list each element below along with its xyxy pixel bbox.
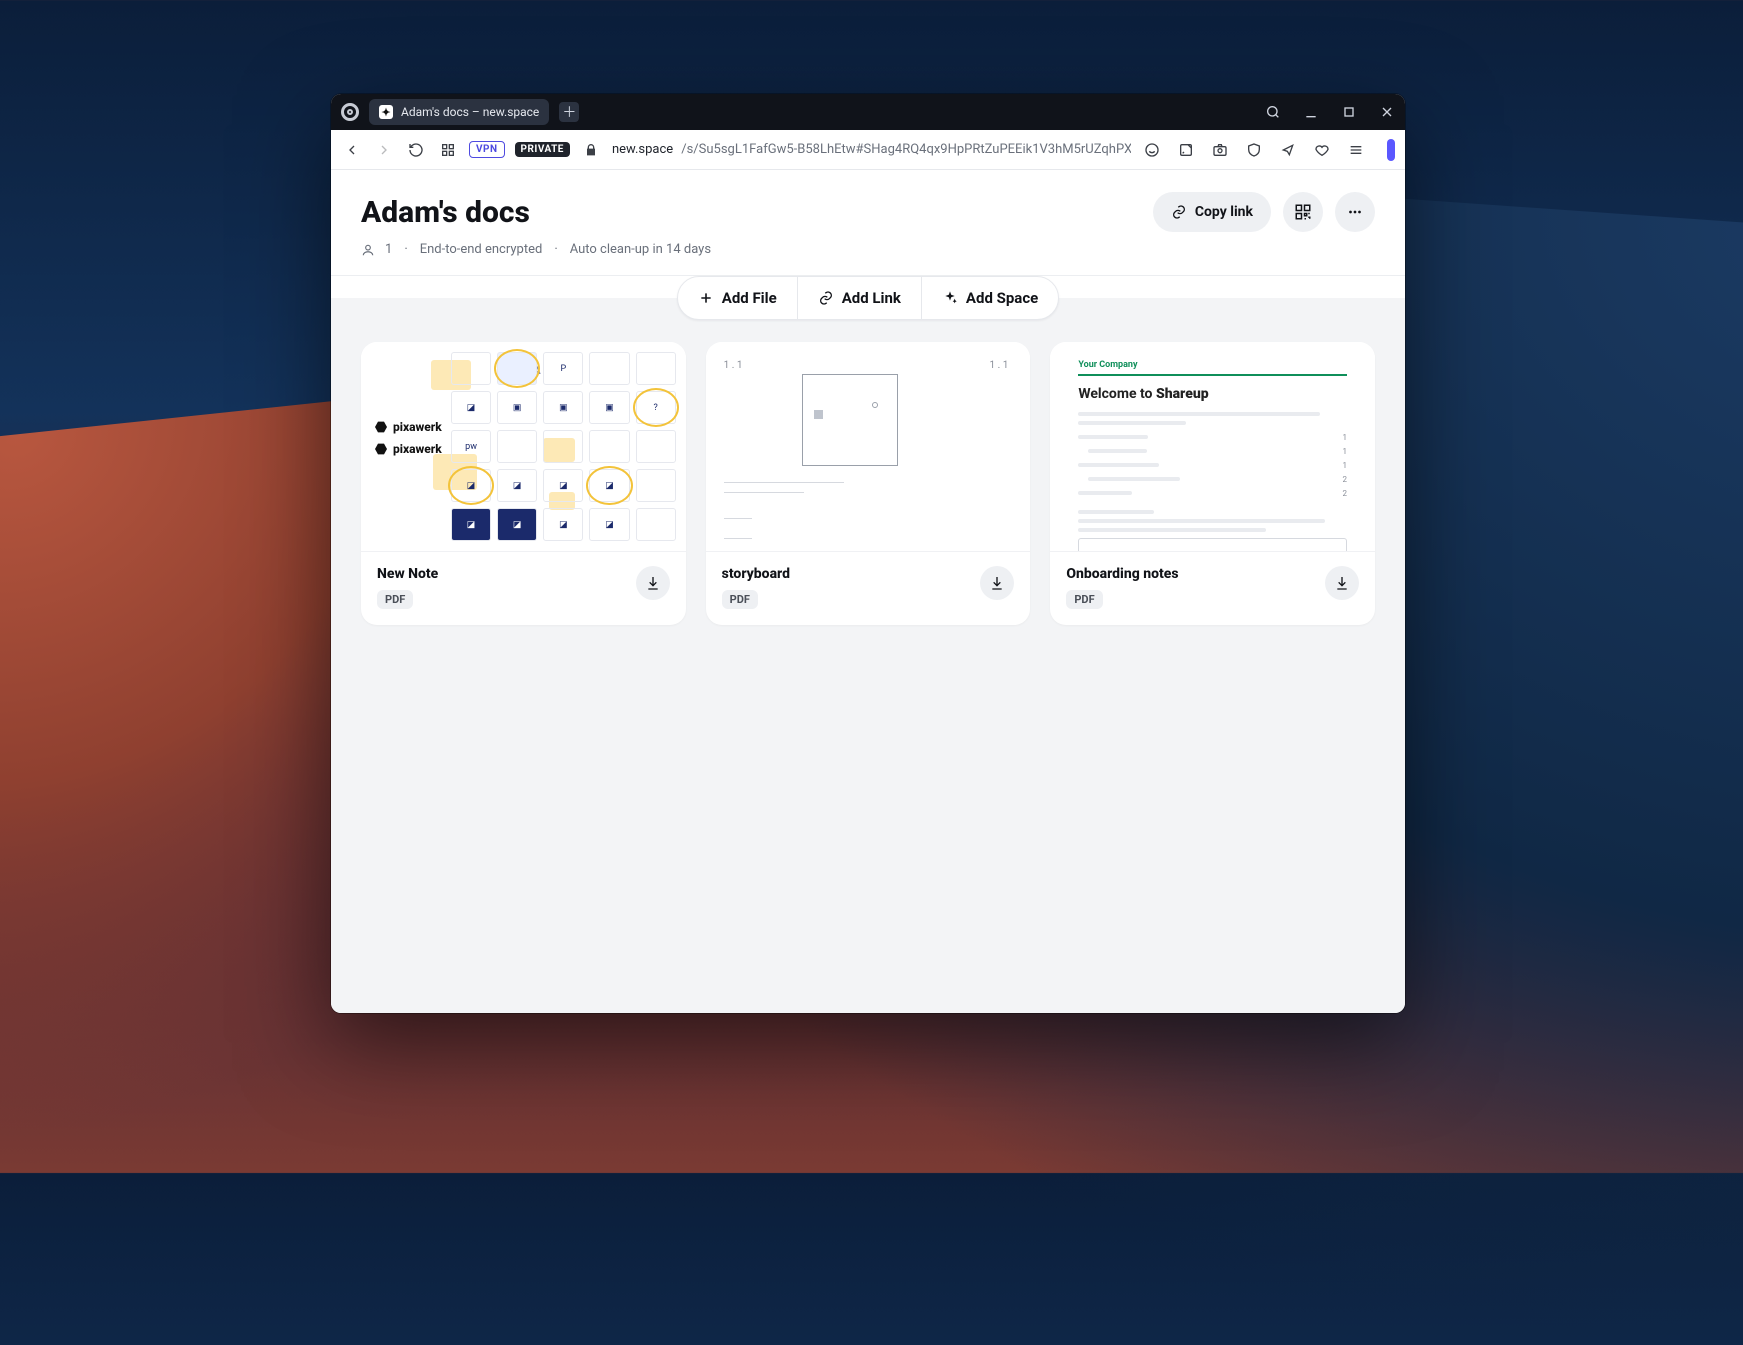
download-icon — [1334, 575, 1350, 591]
page-title: Adam's docs — [361, 195, 530, 230]
tab-favicon-icon: ✦ — [379, 105, 393, 119]
sb-page-left: 1 . 1 — [724, 360, 743, 371]
shield-icon[interactable] — [1243, 139, 1265, 161]
file-thumbnail: PIXA pixawerk pixawerk P ◪▣▣▣? pw ◪◪◪◪ ◪… — [361, 342, 686, 552]
people-count: 1 — [385, 242, 392, 257]
tab-title: Adam's docs – new.space — [401, 105, 539, 119]
thumb-brand-label: pixawerk — [375, 420, 442, 434]
file-title: storyboard — [722, 566, 790, 582]
sparkle-icon — [942, 290, 958, 306]
encrypted-label: End-to-end encrypted — [420, 242, 543, 257]
file-card[interactable]: PIXA pixawerk pixawerk P ◪▣▣▣? pw ◪◪◪◪ ◪… — [361, 342, 686, 625]
page: Adam's docs Copy link 1 — [331, 170, 1405, 1013]
download-button[interactable] — [636, 566, 670, 600]
qr-button[interactable] — [1283, 192, 1323, 232]
sidebar-handle[interactable] — [1387, 139, 1395, 161]
address-path: /s/Su5sgL1FafGw5-B58LhEtw#SHag4RQ4qx9HpP… — [681, 142, 1131, 157]
download-icon — [989, 575, 1005, 591]
vpn-badge[interactable]: VPN — [469, 141, 505, 158]
card-grid: PIXA pixawerk pixawerk P ◪▣▣▣? pw ◪◪◪◪ ◪… — [331, 320, 1405, 647]
pinboard-icon[interactable] — [1175, 139, 1197, 161]
action-bar: Add File Add Link Add Space — [677, 276, 1059, 320]
download-button[interactable] — [980, 566, 1014, 600]
file-card[interactable]: Your Company Welcome to Shareup 1 1 1 2 … — [1050, 342, 1375, 625]
doc-company: Your Company — [1078, 360, 1347, 370]
browser-tab[interactable]: ✦ Adam's docs – new.space — [369, 99, 549, 125]
add-file-button[interactable]: Add File — [678, 277, 797, 319]
plus-icon — [698, 290, 714, 306]
speed-dial-button[interactable] — [437, 139, 459, 161]
new-tab-button[interactable]: ＋ — [559, 102, 579, 122]
cleanup-label: Auto clean-up in 14 days — [570, 242, 711, 257]
file-card[interactable]: 1 . 1 1 . 1 storyboard PDF — [706, 342, 1031, 625]
file-thumbnail: 1 . 1 1 . 1 — [706, 342, 1031, 552]
smiley-icon[interactable] — [1141, 139, 1163, 161]
link-icon — [1171, 204, 1187, 220]
download-icon — [645, 575, 661, 591]
easy-setup-icon[interactable] — [1345, 139, 1367, 161]
window-minimize-button[interactable] — [1303, 104, 1319, 120]
nav-back-button[interactable] — [341, 139, 363, 161]
address-bar[interactable]: new.space/s/Su5sgL1FafGw5-B58LhEtw#SHag4… — [612, 142, 1131, 157]
person-icon — [361, 243, 375, 257]
add-space-button[interactable]: Add Space — [921, 277, 1058, 319]
browser-window: ✦ Adam's docs – new.space ＋ VPN PRIVATE — [331, 94, 1405, 1013]
file-title: New Note — [377, 566, 438, 582]
add-link-label: Add Link — [842, 289, 901, 307]
add-link-button[interactable]: Add Link — [797, 277, 921, 319]
file-title: Onboarding notes — [1066, 566, 1178, 582]
page-header: Adam's docs Copy link 1 — [331, 170, 1405, 276]
download-button[interactable] — [1325, 566, 1359, 600]
ellipsis-icon — [1346, 203, 1364, 221]
address-domain: new.space — [612, 142, 673, 157]
file-type-badge: PDF — [722, 590, 758, 609]
nav-reload-button[interactable] — [405, 139, 427, 161]
lock-icon[interactable] — [580, 139, 602, 161]
copy-link-button[interactable]: Copy link — [1153, 192, 1271, 232]
copy-link-label: Copy link — [1195, 204, 1253, 220]
opera-logo-icon — [341, 103, 359, 121]
file-type-badge: PDF — [377, 590, 413, 609]
sb-page-right: 1 . 1 — [989, 360, 1008, 371]
doc-heading: Welcome to Shareup — [1078, 386, 1347, 402]
nav-forward-button[interactable] — [373, 139, 395, 161]
heart-icon[interactable] — [1311, 139, 1333, 161]
file-type-badge: PDF — [1066, 590, 1102, 609]
toolbar-right-icons — [1141, 139, 1395, 161]
tab-strip: ✦ Adam's docs – new.space ＋ — [331, 94, 1405, 130]
window-close-button[interactable] — [1379, 104, 1395, 120]
send-icon[interactable] — [1277, 139, 1299, 161]
browser-toolbar: VPN PRIVATE new.space/s/Su5sgL1FafGw5-B5… — [331, 130, 1405, 170]
add-space-label: Add Space — [966, 289, 1038, 307]
snapshot-icon[interactable] — [1209, 139, 1231, 161]
search-tabs-button[interactable] — [1265, 104, 1281, 120]
link-icon — [818, 290, 834, 306]
file-thumbnail: Your Company Welcome to Shareup 1 1 1 2 … — [1050, 342, 1375, 552]
qr-icon — [1294, 203, 1312, 221]
thumb-brand-label: pixawerk — [375, 442, 442, 456]
page-meta: 1 End-to-end encrypted Auto clean-up in … — [361, 242, 1375, 257]
private-badge: PRIVATE — [515, 142, 570, 157]
window-maximize-button[interactable] — [1341, 104, 1357, 120]
more-button[interactable] — [1335, 192, 1375, 232]
add-file-label: Add File — [722, 289, 777, 307]
